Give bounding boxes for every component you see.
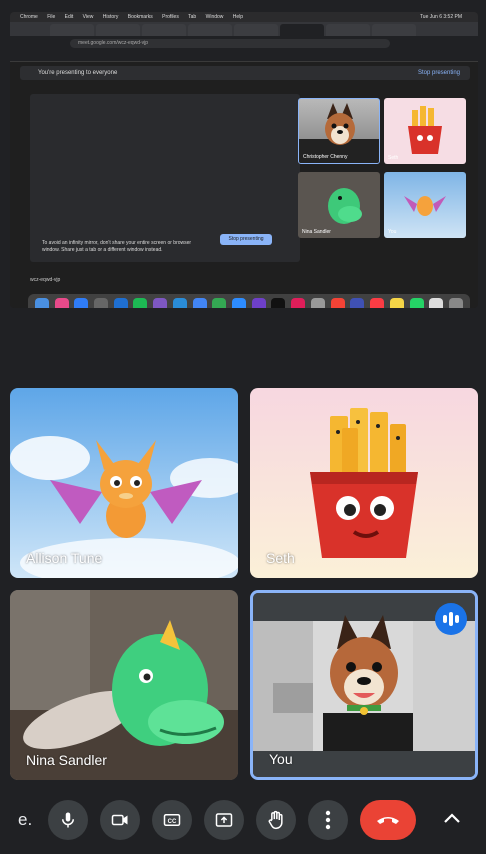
dock-app-icon	[370, 298, 385, 308]
footer-meeting-code: wcz-eqwd-vjp	[30, 277, 61, 283]
menu-item: Help	[232, 14, 244, 20]
browser-tab	[326, 24, 370, 36]
banner-stop-link: Stop presenting	[417, 70, 460, 76]
share-footer: wcz-eqwd-vjp	[30, 274, 470, 286]
dock-app-icon	[212, 298, 227, 308]
dock-app-icon	[448, 298, 463, 308]
participant-name: Seth	[266, 550, 295, 566]
dock-app-icon	[232, 298, 247, 308]
mini-name: Nina Sandler	[302, 229, 331, 235]
meeting-controls: e. CC	[0, 798, 486, 842]
menu-item: Window	[205, 14, 224, 20]
clock: Tue Jun 6 3:52 PM	[419, 14, 462, 20]
dock-app-icon	[133, 298, 148, 308]
participant-name: Nina Sandler	[26, 752, 107, 768]
menu-item: Profiles	[162, 14, 179, 20]
mini-tile-seth: Seth	[384, 98, 466, 164]
present-button[interactable]	[204, 800, 244, 840]
dock-app-icon	[271, 298, 286, 308]
browser-tab	[372, 24, 416, 36]
menu-item: File	[47, 14, 56, 20]
more-options-button[interactable]	[308, 800, 348, 840]
dock-app-icon	[74, 298, 89, 308]
dock-app-icon	[389, 298, 404, 308]
participant-tile-nina[interactable]: Nina Sandler	[10, 590, 238, 780]
dock-app-icon	[192, 298, 207, 308]
dock-app-icon	[251, 298, 266, 308]
mic-icon	[62, 812, 74, 828]
url-field: meet.google.com/wcz-eqwd-vjp	[70, 39, 390, 48]
dock-app-icon	[34, 298, 49, 308]
dock-app-icon	[429, 298, 444, 308]
mirror-hint: To avoid an infinity mirror, don't share…	[42, 240, 192, 253]
browser-tabs	[10, 22, 478, 36]
leave-call-icon	[377, 817, 399, 824]
dock-app-icon	[94, 298, 109, 308]
menu-item: Bookmarks	[127, 14, 153, 20]
inner-stop-button: Stop presenting	[220, 234, 272, 245]
mac-menu-bar: Chrome File Edit View History Bookmarks …	[10, 12, 478, 22]
browser-tab	[96, 24, 140, 36]
mini-tile-nina: Nina Sandler	[298, 172, 380, 238]
menu-item: History	[102, 14, 119, 20]
browser-tab	[234, 24, 278, 36]
chevron-up-icon	[444, 813, 460, 823]
captions-icon: CC	[163, 814, 181, 826]
more-icon	[325, 810, 331, 830]
presenting-text: You're presenting to everyone	[38, 70, 118, 76]
svg-text:CC: CC	[168, 819, 177, 825]
camera-icon	[111, 814, 128, 826]
participant-tile-seth[interactable]: Seth	[250, 388, 478, 578]
dock-app-icon	[409, 298, 424, 308]
dock-app-icon	[310, 298, 325, 308]
mirrored-meeting: To avoid an infinity mirror, don't share…	[30, 94, 300, 262]
raise-hand-icon	[268, 810, 283, 830]
mini-name: You	[388, 229, 397, 235]
dock-app-icon	[350, 298, 365, 308]
menu-item: Edit	[64, 14, 74, 20]
address-bar: meet.google.com/wcz-eqwd-vjp	[10, 36, 478, 50]
browser-tab	[280, 24, 324, 36]
participant-tile-allison[interactable]: Allison Tune	[10, 388, 238, 578]
participant-name: Allison Tune	[26, 550, 103, 566]
meeting-code: e.	[18, 810, 33, 829]
dock-app-icon	[153, 298, 168, 308]
raise-hand-button[interactable]	[256, 800, 296, 840]
screen-share-preview: Chrome File Edit View History Bookmarks …	[10, 12, 478, 308]
dock-app-icon	[172, 298, 187, 308]
presenting-banner: You're presenting to everyone Stop prese…	[20, 66, 470, 80]
mini-name: Seth	[388, 155, 399, 161]
leave-call-button[interactable]	[360, 800, 416, 840]
bookmarks-bar	[10, 50, 478, 62]
mic-button[interactable]	[48, 800, 88, 840]
browser-tab	[50, 24, 94, 36]
speaking-indicator-icon	[435, 603, 467, 635]
mini-name: Christopher Chenny	[303, 154, 348, 160]
dock-app-icon	[291, 298, 306, 308]
dock-app-icon	[113, 298, 128, 308]
expand-button[interactable]	[440, 806, 464, 830]
mac-dock	[28, 294, 470, 308]
dock-app-icon	[54, 298, 69, 308]
participant-tile-you[interactable]: You	[250, 590, 478, 780]
browser-tab	[142, 24, 186, 36]
captions-button[interactable]: CC	[152, 800, 192, 840]
mini-tile-christopher: Christopher Chenny	[298, 98, 380, 164]
mini-tile-you: You	[384, 172, 466, 238]
camera-button[interactable]	[100, 800, 140, 840]
participant-name: You	[269, 751, 293, 767]
present-icon	[215, 813, 233, 827]
menu-item: Chrome	[20, 14, 38, 20]
menu-item: View	[82, 14, 94, 20]
dock-app-icon	[330, 298, 345, 308]
browser-tab	[188, 24, 232, 36]
menu-item: Tab	[188, 14, 197, 20]
